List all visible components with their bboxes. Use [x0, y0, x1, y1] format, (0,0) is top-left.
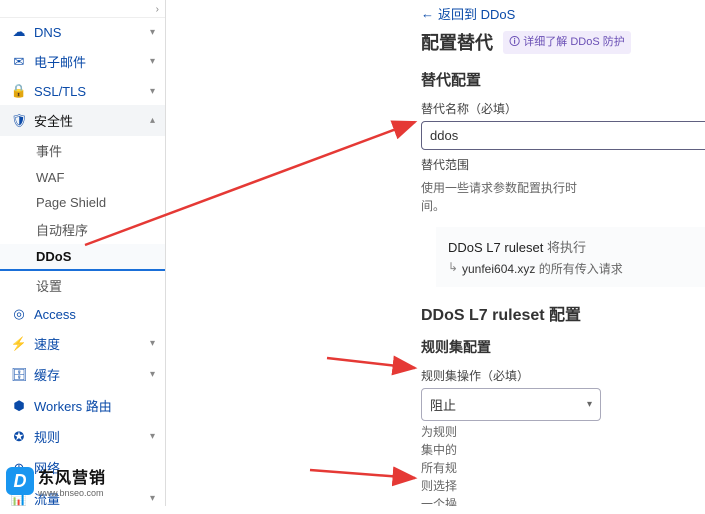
chevron-down-icon: ▾ — [150, 369, 155, 380]
sidebar-item-rules[interactable]: ✪ 规则 ▾ — [0, 421, 165, 452]
main-content: ← 返回到 DDoS 配置替代 🛈 详细了解 DDoS 防护 替代配置 替代名称… — [166, 0, 705, 506]
chevron-down-icon: ▾ — [150, 56, 155, 67]
cache-icon: 🗄 — [10, 367, 28, 383]
back-text: 返回到 DDoS — [438, 4, 515, 23]
ruleset-action-desc: 为规则集中的所有规则选择一个操作。选择"默认"将应用每个规则的默认操作。 — [166, 421, 466, 506]
speed-icon: ⚡ — [10, 336, 28, 352]
chevron-down-icon: ▾ — [150, 431, 155, 442]
chevron-down-icon: ▾ — [150, 86, 155, 97]
page-title: 配置替代 — [421, 29, 493, 55]
sidebar-item-security[interactable]: 🛡 安全性 ▴ — [0, 105, 165, 136]
title-row: 配置替代 🛈 详细了解 DDoS 防护 — [166, 27, 705, 63]
nav-label: SSL/TLS — [34, 84, 150, 99]
sidebar-item-email[interactable]: ✉ 电子邮件 ▾ — [0, 46, 165, 77]
nav-label: 规则 — [34, 427, 150, 446]
nav-label: Access — [34, 307, 155, 322]
ruleset-line1: DDoS L7 ruleset 将执行 — [448, 237, 705, 256]
chevron-right-icon: › — [156, 4, 159, 15]
sidebar-item-workers[interactable]: ⬢ Workers 路由 — [0, 390, 165, 421]
nav-label: 安全性 — [34, 111, 73, 130]
ruleset-line2: yunfei604.xyz 的所有传入请求 — [448, 260, 705, 277]
sub-item-settings[interactable]: 设置 — [0, 271, 165, 300]
cloud-icon: ☁ — [10, 24, 28, 40]
sub-item-ddos[interactable]: DDoS — [0, 244, 165, 271]
mail-icon: ✉ — [10, 54, 28, 70]
logo-en: www.bnseo.com — [38, 488, 106, 498]
override-scope-desc: 使用一些请求参数配置执行时间。 — [166, 177, 596, 221]
arrow-left-icon: ← — [421, 6, 434, 21]
access-icon: ◎ — [10, 306, 28, 322]
sidebar: › ☁ DNS ▾ ✉ 电子邮件 ▾ 🔒 SSL/TLS ▾ 🛡 安全性 ▴ 事… — [0, 0, 166, 506]
lock-icon: 🔒 — [10, 83, 28, 99]
override-config-heading: 替代配置 — [166, 63, 705, 94]
ruleset-summary-box: DDoS L7 ruleset 将执行 yunfei604.xyz 的所有传入请… — [436, 227, 705, 287]
sub-item-pageshield[interactable]: Page Shield — [0, 190, 165, 215]
sidebar-item-dns[interactable]: ☁ DNS ▾ — [0, 18, 165, 46]
nav-label: 速度 — [34, 334, 150, 353]
rules-icon: ✪ — [10, 429, 28, 445]
back-link[interactable]: ← 返回到 DDoS — [166, 4, 705, 27]
security-submenu: 事件 WAF Page Shield 自动程序 DDoS 设置 — [0, 136, 165, 300]
l7-config-heading: DDoS L7 ruleset 配置 — [166, 295, 705, 329]
nav-label: Workers 路由 — [34, 396, 155, 415]
sidebar-item-access[interactable]: ◎ Access — [0, 300, 165, 328]
ruleset-action-select[interactable]: 阻止 ▾ — [421, 388, 601, 421]
chevron-down-icon: ▾ — [150, 493, 155, 504]
watermark-logo: D 东风营销 www.bnseo.com — [6, 464, 106, 498]
chevron-down-icon: ▾ — [150, 27, 155, 38]
sidebar-item-speed[interactable]: ⚡ 速度 ▾ — [0, 328, 165, 359]
chevron-down-icon: ▾ — [150, 338, 155, 349]
sidebar-top: › — [0, 0, 165, 18]
ruleset-config-subheading: 规则集配置 — [166, 329, 705, 361]
nav-label: 缓存 — [34, 365, 150, 384]
sub-item-events[interactable]: 事件 — [0, 136, 165, 165]
workers-icon: ⬢ — [10, 398, 28, 414]
override-name-label: 替代名称（必填） — [166, 94, 705, 121]
override-name-input[interactable] — [421, 121, 705, 150]
sidebar-item-cache[interactable]: 🗄 缓存 ▾ — [0, 359, 165, 390]
shield-icon: 🛡 — [10, 113, 28, 129]
nav-label: 电子邮件 — [34, 52, 150, 71]
select-value: 阻止 — [430, 395, 456, 414]
sidebar-item-ssl[interactable]: 🔒 SSL/TLS ▾ — [0, 77, 165, 105]
sub-item-waf[interactable]: WAF — [0, 165, 165, 190]
ruleset-action-label: 规则集操作（必填） — [166, 361, 705, 388]
sub-item-bots[interactable]: 自动程序 — [0, 215, 165, 244]
chevron-up-icon: ▴ — [150, 115, 155, 126]
nav-label: DNS — [34, 25, 150, 40]
chevron-down-icon: ▾ — [587, 399, 592, 410]
logo-badge-icon: D — [6, 467, 34, 495]
override-scope-label: 替代范围 — [166, 150, 705, 177]
learn-more-badge[interactable]: 🛈 详细了解 DDoS 防护 — [503, 31, 631, 54]
logo-cn: 东风营销 — [38, 464, 106, 488]
